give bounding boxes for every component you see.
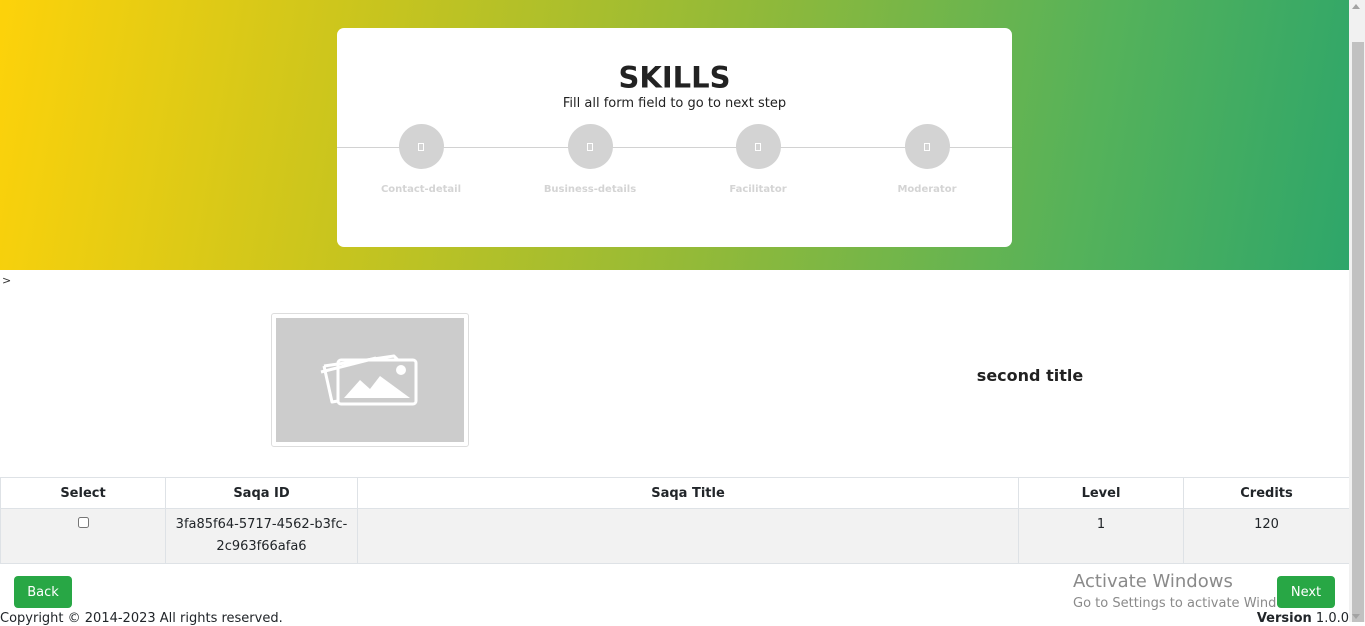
column-header-saqa-title: Saqa Title (357, 477, 1019, 509)
wizard-card: SKILLS Fill all form field to go to next… (337, 28, 1012, 247)
saqa-title-cell (357, 508, 1019, 564)
image-thumbnail (271, 313, 469, 447)
step-label: Contact-detail (380, 184, 462, 195)
table-header-row: Select Saqa ID Saqa Title Level Credits (0, 477, 1350, 509)
stray-text: > (2, 274, 12, 287)
skills-table: Select Saqa ID Saqa Title Level Credits … (0, 477, 1350, 564)
copyright-text: Copyright © 2014-2023 All rights reserve… (0, 611, 283, 626)
step-icon (755, 142, 761, 151)
step-label: Business-details (543, 184, 637, 195)
level-cell: 1 (1018, 508, 1184, 564)
version-value: 1.0.0 (1315, 611, 1349, 626)
step-business-details[interactable]: Business-details (520, 124, 660, 195)
column-header-credits: Credits (1183, 477, 1350, 509)
back-button[interactable]: Back (14, 576, 72, 608)
scroll-up-arrow-icon[interactable] (1352, 4, 1360, 9)
step-label: Facilitator (729, 184, 787, 195)
row-select-checkbox[interactable] (77, 517, 89, 528)
image-placeholder-icon (276, 318, 464, 442)
scroll-down-arrow-icon[interactable] (1352, 614, 1360, 619)
table-row: 3fa85f64-5717-4562-b3fc-2c963f66afa6 1 1… (0, 508, 1350, 564)
step-icon (587, 142, 593, 151)
header-banner: SKILLS Fill all form field to go to next… (0, 0, 1349, 270)
step-circle (398, 124, 444, 169)
step-circle (904, 124, 950, 169)
activate-windows-watermark: Activate Windows Go to Settings to activ… (1073, 571, 1306, 615)
step-moderator[interactable]: Moderator (857, 124, 997, 195)
next-button[interactable]: Next (1277, 576, 1335, 608)
step-contact-detail[interactable]: Contact-detail (351, 124, 491, 195)
second-title: second title (976, 366, 1084, 385)
step-icon (924, 142, 930, 151)
saqa-id-cell: 3fa85f64-5717-4562-b3fc-2c963f66afa6 (165, 508, 358, 564)
select-cell (0, 508, 166, 564)
version-info: Version 1.0.0 (1257, 611, 1349, 626)
step-circle (735, 124, 781, 169)
column-header-select: Select (0, 477, 166, 509)
photo-stack-icon (320, 354, 418, 406)
step-facilitator[interactable]: Facilitator (688, 124, 828, 195)
credits-cell: 120 (1183, 508, 1350, 564)
step-label: Moderator (897, 184, 957, 195)
step-icon (418, 142, 424, 151)
version-label: Version (1256, 611, 1312, 626)
page-subtitle: Fill all form field to go to next step (562, 96, 787, 111)
column-header-saqa-id: Saqa ID (165, 477, 358, 509)
step-circle (567, 124, 613, 169)
page-title: SKILLS (618, 60, 731, 95)
watermark-title: Activate Windows (1073, 571, 1233, 592)
column-header-level: Level (1018, 477, 1184, 509)
scrollbar-thumb[interactable] (1352, 42, 1364, 622)
